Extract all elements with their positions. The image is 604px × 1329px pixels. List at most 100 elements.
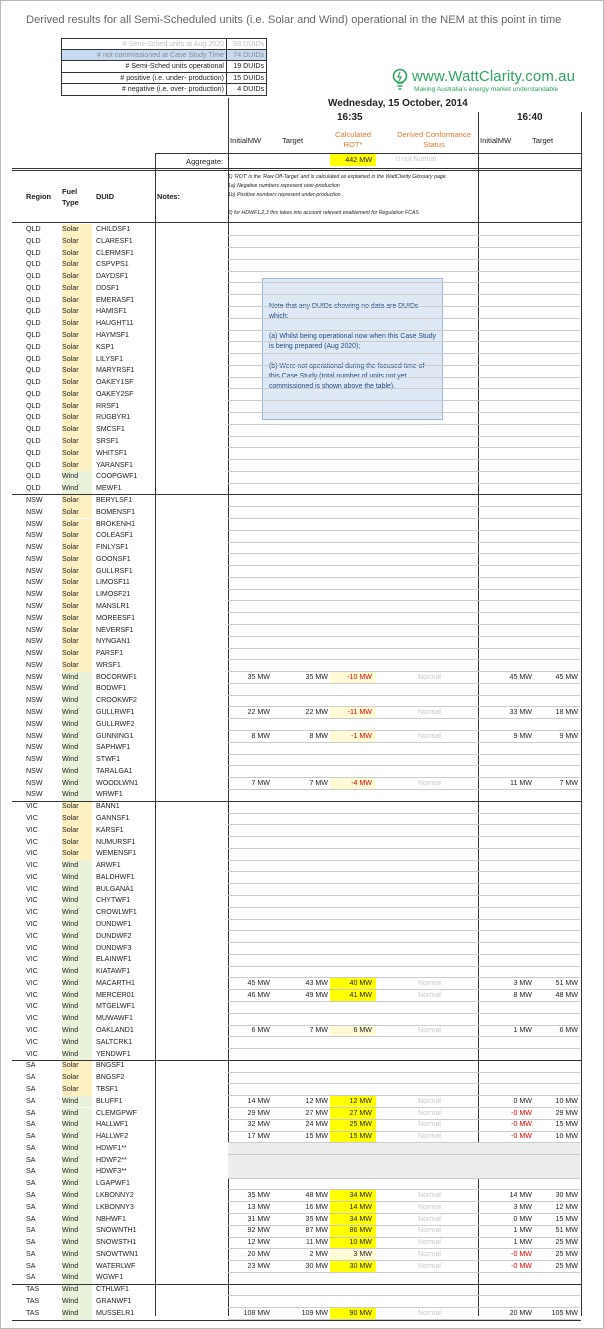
initial2-cell: 8 MW — [513, 990, 532, 999]
region-cell: VIC — [26, 1002, 38, 1011]
rot-cell — [330, 695, 376, 707]
duid-cell: SAPHWF1 — [96, 743, 131, 752]
rot-cell — [330, 566, 376, 578]
gridline — [228, 388, 580, 390]
rot-cell — [330, 648, 376, 660]
gridline — [228, 1248, 580, 1250]
rot-cell: -1 MW — [330, 730, 376, 743]
table-row: SA Solar BNGSF1 — [0, 1060, 604, 1073]
fuel-cell: Solar — [62, 624, 92, 637]
aggregate-label: Aggregate: — [186, 157, 224, 166]
gridline — [228, 635, 580, 637]
status-cell: Normal — [418, 1214, 441, 1223]
initialmw-header-2: InitialMW — [480, 136, 512, 145]
table-row: NSW Solar COLEASF1 — [0, 530, 604, 543]
rot-cell — [330, 837, 376, 849]
region-cell: SA — [26, 1226, 36, 1235]
table-row: NSW Wind WOODLWN1 7 MW 7 MW -4 MW Normal 11 MW 7… — [0, 777, 604, 790]
table-row: QLD Solar CSPVPS1 — [0, 259, 604, 272]
row-divider — [12, 168, 581, 169]
gridline — [228, 730, 580, 732]
region-cell: NSW — [26, 590, 43, 599]
wattclarity-logo: www.WattClarity.com.au Making Australia'… — [392, 66, 592, 96]
summary-value: 4 DUIDs — [227, 84, 267, 96]
target-cell: 49 MW — [305, 990, 328, 999]
rot-cell — [330, 1272, 376, 1284]
fuel-cell: Wind — [62, 777, 92, 790]
duid-cell: GRANWF1 — [96, 1296, 132, 1305]
duid-cell: WRSF1 — [96, 660, 121, 669]
gridline — [228, 1071, 580, 1073]
summary-label: # positive (i.e. under- production) — [61, 72, 227, 85]
fuel-cell: Wind — [62, 907, 92, 919]
aggregate-status: 0 not Normal — [396, 156, 437, 163]
fuel-cell: Wind — [62, 765, 92, 778]
rot-cell — [330, 943, 376, 955]
region-cell: SA — [26, 1238, 36, 1247]
gridline — [228, 1201, 580, 1203]
rot-cell — [330, 259, 376, 271]
gridline — [228, 1130, 580, 1132]
rot-cell — [330, 236, 376, 248]
gridline — [228, 353, 580, 355]
duid-cell: DUNDWF1 — [96, 920, 132, 929]
region-cell: SA — [26, 1179, 36, 1188]
region-cell: NSW — [26, 755, 43, 764]
table-row: NSW Solar NYNGAN1 — [0, 636, 604, 649]
fuel-cell: Solar — [62, 801, 92, 813]
region-cell: QLD — [26, 472, 41, 481]
footnotes: 1) 'ROT' is the 'Raw Off-Target' and is … — [228, 173, 478, 218]
duid-cell: BNGSF2 — [96, 1073, 125, 1082]
region-cell: NSW — [26, 660, 43, 669]
fuel-cell: Wind — [62, 1166, 92, 1179]
table-row: QLD Solar CLARESF1 — [0, 235, 604, 248]
duid-cell: GOONSF1 — [96, 554, 131, 563]
region-cell: NSW — [26, 696, 43, 705]
target2-cell: 25 MW — [555, 1238, 578, 1247]
table-row: NSW Solar BOMENSF1 — [0, 506, 604, 519]
duid-cell: HAUGHT11 — [96, 319, 134, 328]
column-divider — [581, 112, 582, 1316]
rot-cell: 41 MW — [330, 989, 376, 1002]
rot-cell — [330, 1001, 376, 1013]
table-row: VIC Wind MACARTH1 45 MW 43 MW 40 MW Normal 3 MW… — [0, 977, 604, 990]
table-row: NSW Solar GOONSF1 — [0, 553, 604, 566]
initial2-cell: 0 MW — [513, 1214, 532, 1223]
rot-cell — [330, 742, 376, 754]
region-cell: SA — [26, 1190, 36, 1199]
status-cell: Normal — [418, 1249, 441, 1258]
region-cell: VIC — [26, 931, 38, 940]
table-row: NSW Wind STWF1 — [0, 754, 604, 766]
region-divider — [12, 1283, 581, 1285]
fcas-row-band — [228, 1154, 580, 1167]
fuel-cell: Solar — [62, 306, 92, 319]
table-row: NSW Wind BOCORWF1 35 MW 35 MW -10 MW Normal 45 … — [0, 671, 604, 684]
gridline — [228, 1083, 580, 1085]
duid-cell: BULGANA1 — [96, 884, 134, 893]
target-cell: 2 MW — [309, 1249, 328, 1258]
fuel-cell: Solar — [62, 282, 92, 295]
duid-cell: HDWF3** — [96, 1167, 127, 1176]
region-cell: SA — [26, 1167, 36, 1176]
gridline — [228, 1118, 580, 1120]
fuel-cell: Solar — [62, 377, 92, 389]
initial-cell: 23 MW — [247, 1261, 270, 1270]
fuel-cell: Solar — [62, 494, 92, 507]
region-cell: SA — [26, 1155, 36, 1164]
target2-cell: 48 MW — [555, 990, 578, 999]
rot-header: Calculated ROT* — [335, 130, 371, 149]
target-cell: 43 MW — [305, 978, 328, 987]
initial-cell: 14 MW — [247, 1096, 270, 1105]
region-cell: VIC — [26, 896, 38, 905]
gridline — [228, 1271, 580, 1273]
aggregate-rot: 442 MW — [330, 154, 376, 166]
initial2-cell: -0 MW — [511, 1108, 532, 1117]
region-cell: SA — [26, 1202, 36, 1211]
gridline — [228, 317, 580, 319]
table-row: SA Wind HALLWF2 17 MW 15 MW 15 MW Normal -0 MW 1… — [0, 1131, 604, 1143]
duid-cell: CSPVPS1 — [96, 260, 129, 269]
region-cell: QLD — [26, 378, 41, 387]
gridline — [228, 576, 580, 578]
fuel-cell: Solar — [62, 436, 92, 448]
gridline — [228, 1224, 580, 1226]
